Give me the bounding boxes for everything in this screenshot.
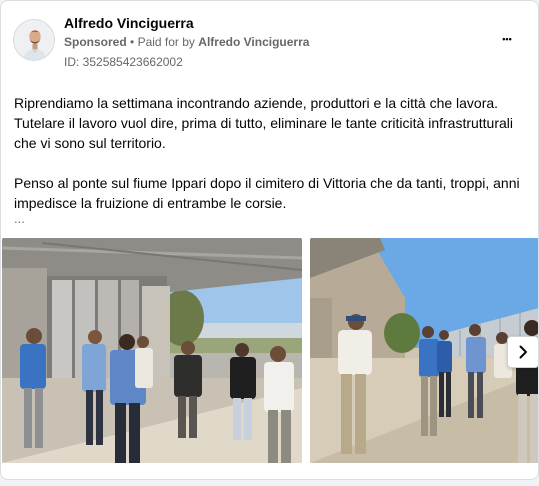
- sponsored-line: Sponsored • Paid for by Alfredo Vincigue…: [64, 35, 309, 49]
- ad-post-card: Alfredo Vinciguerra Sponsored • Paid for…: [0, 0, 539, 480]
- author-name[interactable]: Alfredo Vinciguerra: [64, 15, 194, 31]
- more-options-button[interactable]: •••: [495, 30, 519, 50]
- post-paragraph: Penso al ponte sul fiume Ippari dopo il …: [14, 175, 520, 211]
- carousel-photo-1[interactable]: [2, 238, 302, 463]
- payer-name[interactable]: Alfredo Vinciguerra: [198, 35, 309, 49]
- ad-id: ID: 352585423662002: [64, 55, 183, 69]
- post-paragraph: Riprendiamo la settimana incontrando azi…: [14, 95, 514, 151]
- photo-meeting-warehouse: [2, 238, 302, 463]
- more-options-icon: •••: [502, 34, 512, 44]
- chevron-right-icon: [519, 345, 527, 359]
- sponsored-label[interactable]: Sponsored: [64, 35, 127, 49]
- avatar-photo-icon: [14, 20, 54, 60]
- carousel-photo-2[interactable]: [310, 238, 538, 463]
- post-text: Riprendiamo la settimana incontrando azi…: [14, 93, 529, 213]
- author-avatar[interactable]: [13, 19, 55, 61]
- see-more-ellipsis[interactable]: ...: [14, 211, 25, 226]
- meta-separator: •: [130, 35, 135, 49]
- carousel-next-button[interactable]: [507, 336, 538, 368]
- photo-meeting-greenhouses: [310, 238, 538, 463]
- paid-for-by-label: Paid for by: [137, 35, 195, 49]
